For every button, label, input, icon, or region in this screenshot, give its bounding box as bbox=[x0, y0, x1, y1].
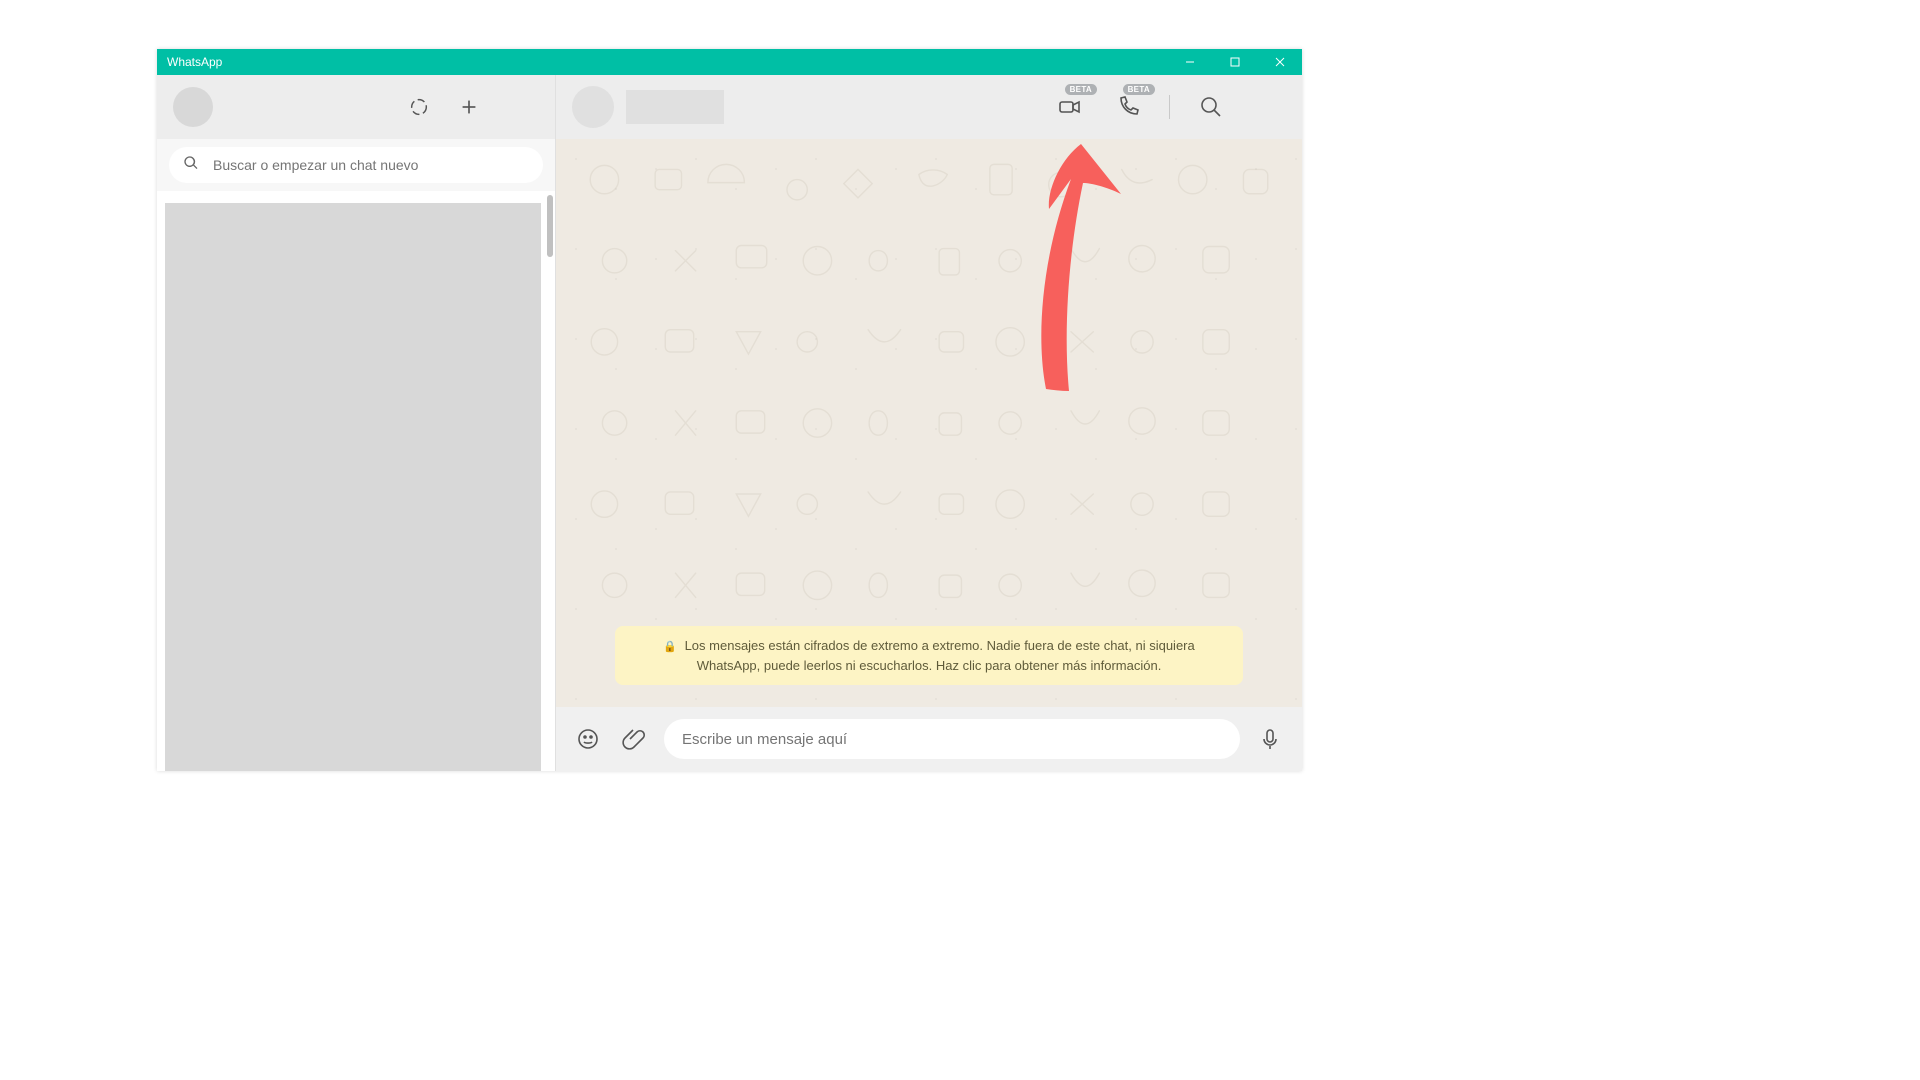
encryption-notice-text: Los mensajes están cifrados de extremo a… bbox=[685, 638, 1195, 673]
message-input[interactable] bbox=[682, 731, 1222, 748]
chat-panel: BETA BETA bbox=[556, 75, 1302, 771]
video-call-button[interactable]: BETA bbox=[1047, 87, 1093, 127]
chat-search-box[interactable] bbox=[169, 147, 543, 183]
chat-background-pattern bbox=[556, 139, 1302, 707]
voice-call-button[interactable]: BETA bbox=[1105, 87, 1151, 127]
beta-badge: BETA bbox=[1065, 84, 1097, 95]
window-controls bbox=[1167, 49, 1302, 75]
message-composer bbox=[556, 707, 1302, 771]
chat-list-scrollbar[interactable] bbox=[547, 195, 553, 257]
status-icon[interactable] bbox=[399, 87, 439, 127]
left-panel bbox=[157, 75, 556, 771]
search-icon bbox=[1199, 95, 1223, 119]
chat-messages-area[interactable]: 🔒 Los mensajes están cifrados de extremo… bbox=[556, 139, 1302, 707]
attach-button[interactable] bbox=[618, 723, 650, 755]
menu-icon[interactable] bbox=[499, 87, 539, 127]
close-button[interactable] bbox=[1257, 49, 1302, 75]
mic-button[interactable] bbox=[1254, 723, 1286, 755]
chat-search-bar bbox=[157, 139, 555, 191]
phone-icon bbox=[1116, 95, 1140, 119]
search-icon bbox=[183, 155, 199, 176]
chat-list[interactable] bbox=[157, 191, 555, 771]
beta-badge: BETA bbox=[1123, 84, 1155, 95]
message-input-box[interactable] bbox=[664, 719, 1240, 759]
paperclip-icon bbox=[622, 727, 646, 751]
emoji-icon bbox=[576, 727, 600, 751]
chat-menu-icon[interactable] bbox=[1246, 87, 1286, 127]
chat-search-input[interactable] bbox=[213, 157, 529, 173]
whatsapp-window: WhatsApp bbox=[157, 49, 1302, 771]
lock-icon: 🔒 bbox=[663, 641, 677, 653]
separator bbox=[1169, 95, 1170, 119]
emoji-button[interactable] bbox=[572, 723, 604, 755]
chat-list-redacted bbox=[165, 203, 541, 771]
new-chat-icon[interactable] bbox=[449, 87, 489, 127]
contact-avatar[interactable] bbox=[572, 86, 614, 128]
encryption-notice[interactable]: 🔒 Los mensajes están cifrados de extremo… bbox=[615, 626, 1243, 685]
maximize-button[interactable] bbox=[1212, 49, 1257, 75]
app-title: WhatsApp bbox=[167, 55, 222, 69]
minimize-button[interactable] bbox=[1167, 49, 1212, 75]
my-avatar[interactable] bbox=[173, 87, 213, 127]
chat-header: BETA BETA bbox=[556, 75, 1302, 139]
video-icon bbox=[1058, 95, 1082, 119]
left-panel-header bbox=[157, 75, 555, 139]
mic-icon bbox=[1258, 727, 1282, 751]
titlebar: WhatsApp bbox=[157, 49, 1302, 75]
contact-name-redacted[interactable] bbox=[626, 90, 724, 124]
search-in-chat-button[interactable] bbox=[1188, 87, 1234, 127]
